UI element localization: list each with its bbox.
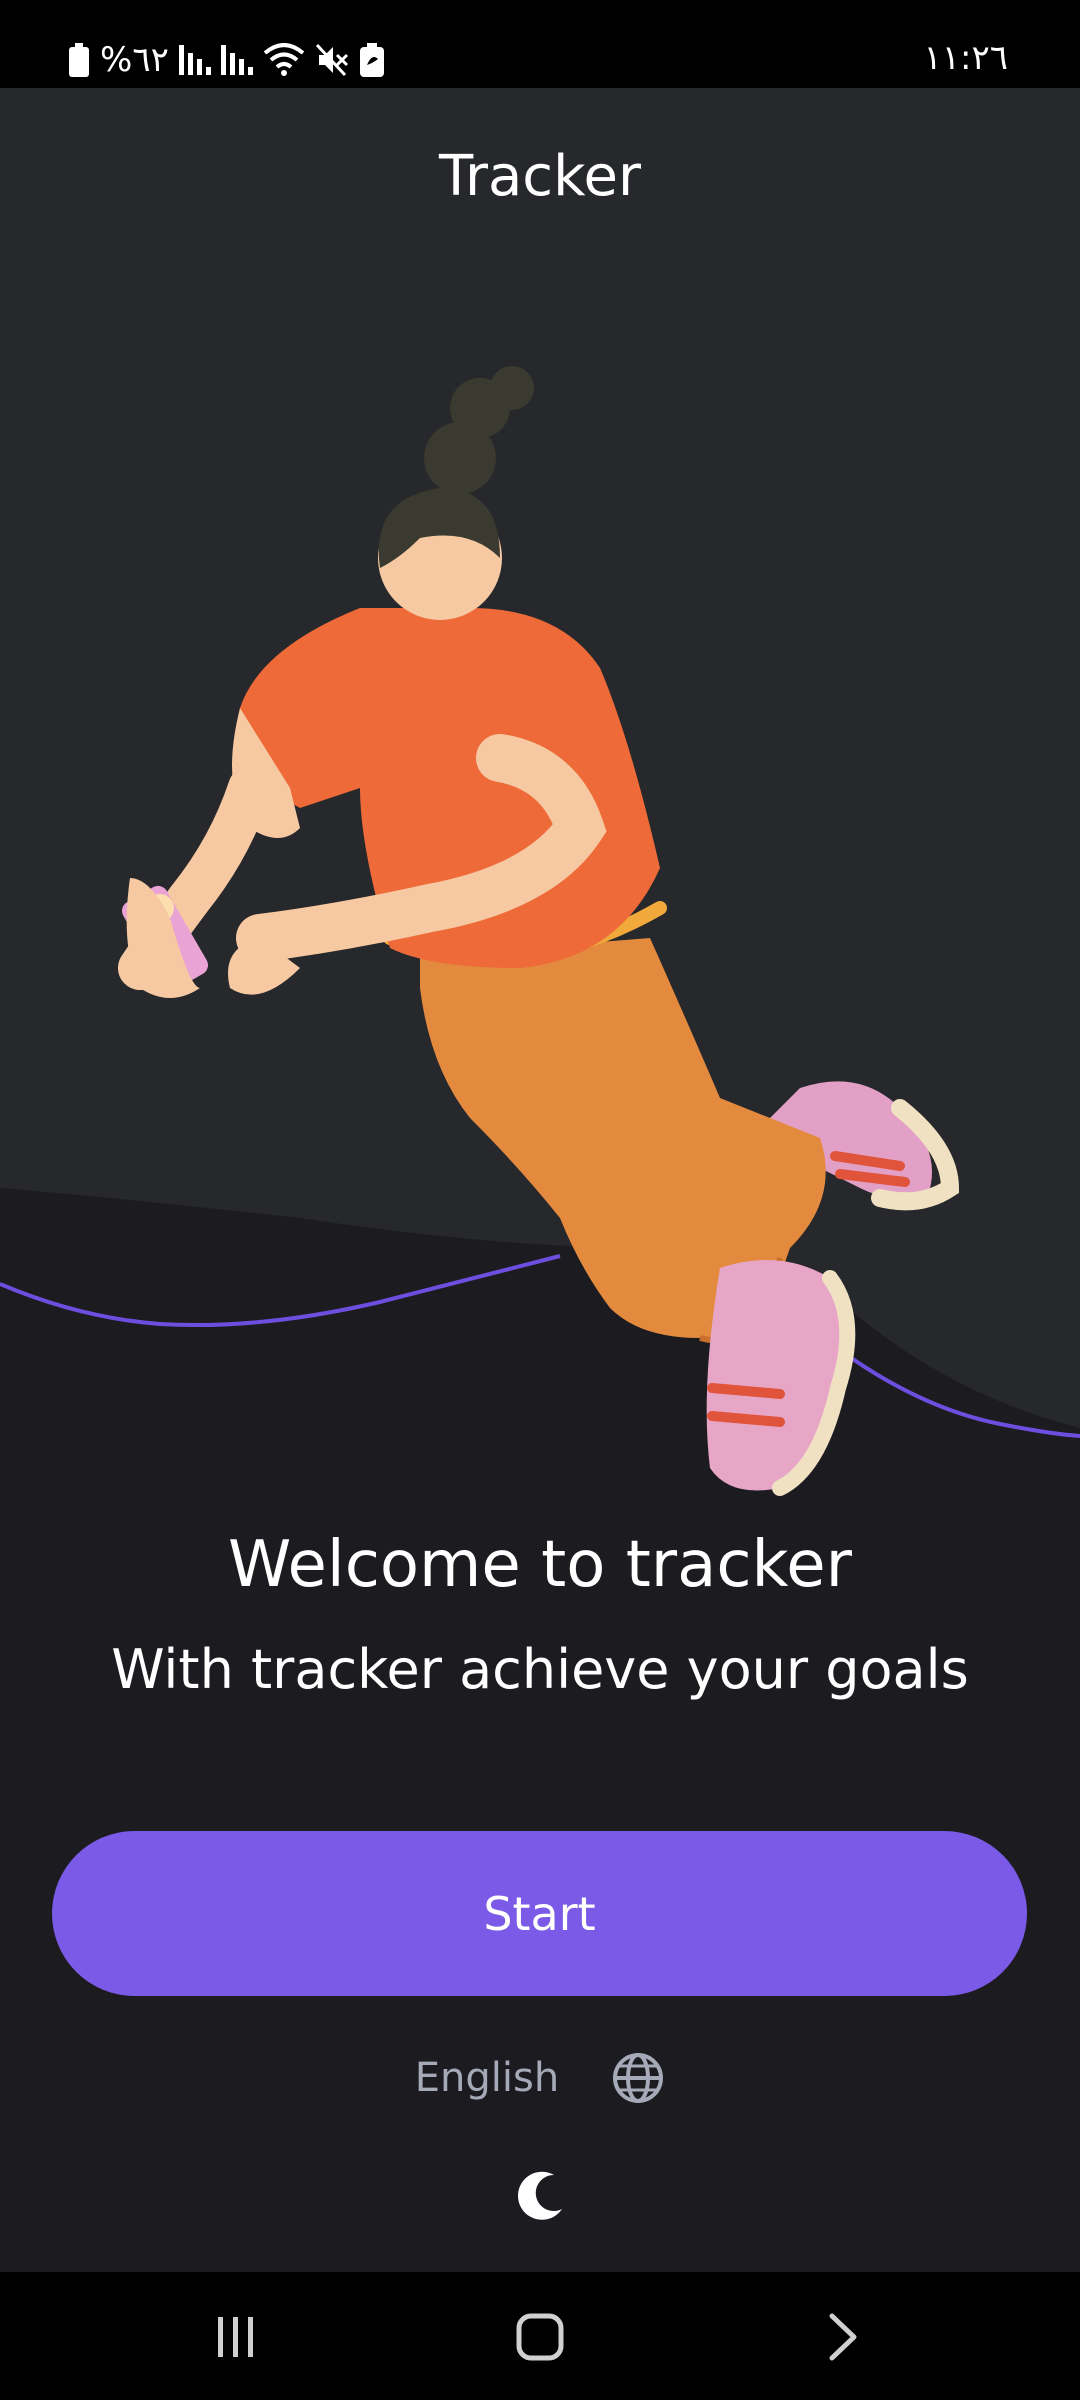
home-button[interactable] — [500, 2302, 580, 2372]
signal-icon — [220, 45, 253, 75]
language-selector[interactable]: English — [0, 2046, 1080, 2110]
battery-percent: %٦٢ — [100, 40, 169, 80]
system-nav-bar — [0, 2272, 1080, 2400]
status-icons: %٦٢ — [68, 38, 385, 82]
language-label[interactable]: English — [415, 2046, 559, 2110]
theme-toggle[interactable] — [505, 2162, 575, 2232]
home-icon[interactable] — [515, 2312, 565, 2362]
start-button[interactable]: Start — [52, 1831, 1027, 1996]
shoe — [706, 1260, 848, 1491]
welcome-subtitle: With tracker achieve your goals — [111, 1638, 969, 1701]
moon-icon[interactable] — [512, 2169, 568, 2225]
person-illustration — [118, 366, 960, 1496]
status-time: ١١:٢٦ — [923, 38, 1008, 78]
signal-icon — [178, 45, 211, 75]
welcome-screen: %٦٢ ١١:٢٦ Tracker Welcome to tracker Wit… — [0, 0, 1080, 2400]
recent-apps-button[interactable] — [196, 2302, 276, 2372]
welcome-title: Welcome to tracker — [228, 1528, 852, 1602]
back-icon[interactable] — [824, 2312, 860, 2362]
back-button[interactable] — [802, 2302, 882, 2372]
hero-section — [0, 88, 1080, 1508]
globe-icon[interactable] — [611, 2051, 665, 2105]
battery-saver-icon — [359, 43, 384, 77]
battery-icon — [69, 43, 89, 77]
status-bar: %٦٢ ١١:٢٦ — [0, 0, 1080, 88]
mute-icon — [315, 43, 348, 77]
recent-apps-icon[interactable] — [214, 2315, 258, 2359]
wifi-icon — [263, 43, 305, 76]
